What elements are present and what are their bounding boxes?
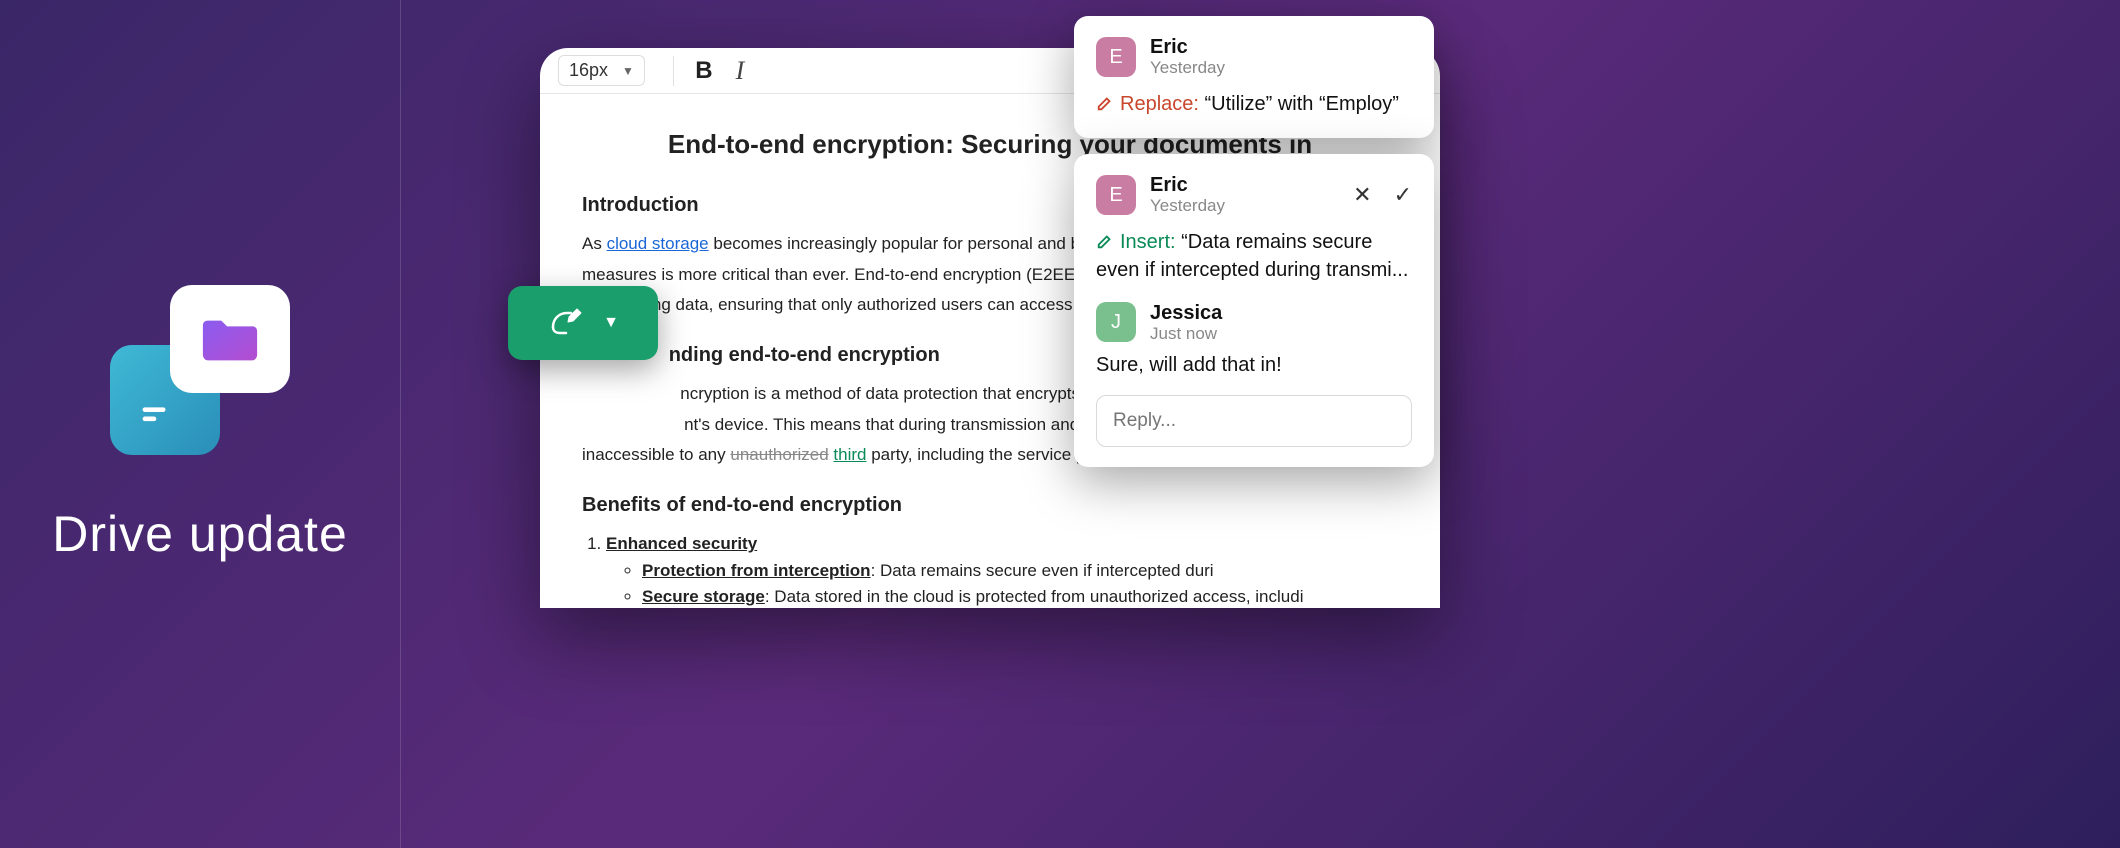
suggestion-card-replace[interactable]: E Eric Yesterday Replace: “Utilize” with… bbox=[1074, 16, 1434, 138]
comment-reply: J Jessica Just now bbox=[1096, 302, 1412, 344]
pencil-icon bbox=[1096, 94, 1114, 112]
commenter-name: Jessica bbox=[1150, 302, 1222, 324]
benefits-list: Enhanced security Protection from interc… bbox=[582, 531, 1398, 608]
avatar: E bbox=[1096, 37, 1136, 77]
font-size-value: 16px bbox=[569, 60, 608, 81]
folder-icon bbox=[170, 285, 290, 393]
comment-time: Yesterday bbox=[1150, 58, 1225, 78]
strike-unauthorized: unauthorized bbox=[730, 445, 828, 464]
bold-button[interactable]: B bbox=[686, 53, 722, 89]
commenter-name: Eric bbox=[1150, 174, 1225, 196]
left-title: Drive update bbox=[52, 505, 348, 563]
comment-time: Just now bbox=[1150, 324, 1222, 344]
chevron-down-icon: ▼ bbox=[603, 314, 619, 332]
benefit-1b: Secure storage: Data stored in the cloud… bbox=[642, 584, 1398, 608]
vertical-divider bbox=[400, 0, 401, 848]
pencil-note-icon bbox=[547, 303, 583, 344]
left-panel: Drive update bbox=[0, 0, 400, 848]
comment-time: Yesterday bbox=[1150, 196, 1225, 216]
check-icon[interactable]: ✓ bbox=[1394, 182, 1412, 208]
font-size-select[interactable]: 16px ▼ bbox=[558, 55, 645, 86]
avatar: J bbox=[1096, 302, 1136, 342]
italic-button[interactable]: I bbox=[722, 53, 758, 89]
benefit-1-title: Enhanced security bbox=[606, 534, 757, 553]
product-logo bbox=[110, 285, 290, 455]
compose-suggestion-button[interactable]: ▼ bbox=[508, 286, 658, 360]
benefit-1a: Protection from interception: Data remai… bbox=[642, 558, 1398, 584]
suggestion-text: Insert: “Data remains secure even if int… bbox=[1096, 228, 1412, 284]
close-icon[interactable]: ✕ bbox=[1353, 182, 1371, 208]
suggestion-card-insert[interactable]: E Eric Yesterday ✕ ✓ Insert: “Data remai… bbox=[1074, 154, 1434, 467]
cloud-storage-link[interactable]: cloud storage bbox=[607, 234, 709, 253]
toolbar-separator bbox=[673, 56, 674, 86]
insert-third: third bbox=[833, 445, 866, 464]
pencil-icon bbox=[1096, 232, 1114, 250]
avatar: E bbox=[1096, 175, 1136, 215]
suggestion-text: Replace: “Utilize” with “Employ” bbox=[1096, 90, 1412, 118]
chevron-down-icon: ▼ bbox=[622, 64, 634, 78]
reply-text: Sure, will add that in! bbox=[1096, 354, 1412, 377]
commenter-name: Eric bbox=[1150, 36, 1225, 58]
heading-benefits: Benefits of end-to-end encryption bbox=[582, 490, 1398, 521]
reply-input[interactable] bbox=[1096, 395, 1412, 447]
